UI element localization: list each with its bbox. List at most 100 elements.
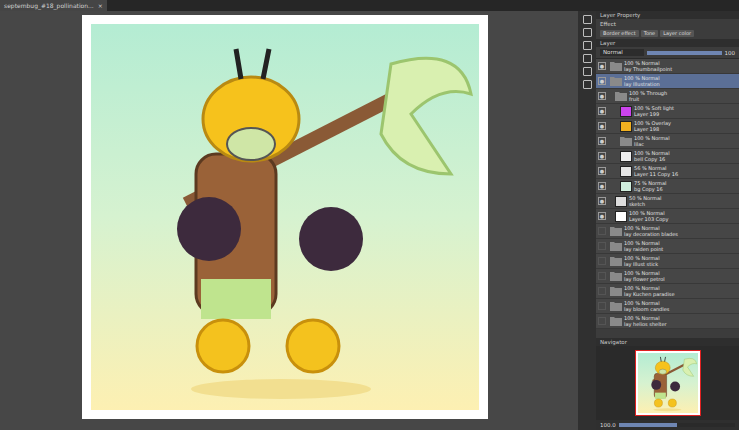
effect-button[interactable]: Tone — [641, 30, 659, 37]
folder-icon — [610, 316, 622, 326]
layer-row[interactable]: ●100 % Normallay Illustration — [596, 74, 739, 89]
layer-name: Layer 199 — [634, 111, 674, 117]
layer-row[interactable]: ●50 % Normalsketch — [596, 194, 739, 209]
document-tab[interactable]: septembug_#18_pollination...× — [0, 0, 107, 11]
panel-toggle-icon[interactable] — [583, 28, 592, 37]
folder-icon — [610, 226, 622, 236]
layer-mode: 100 % Normal — [624, 285, 675, 291]
layer-thumbnail — [620, 181, 632, 192]
visibility-icon[interactable]: ● — [598, 182, 606, 190]
layer-row[interactable]: 100 % Normallay decoration blades — [596, 224, 739, 239]
visibility-icon[interactable] — [598, 287, 606, 295]
layer-mode: 100 % Soft light — [634, 105, 674, 111]
folder-icon — [610, 61, 622, 71]
visibility-icon[interactable]: ● — [598, 212, 606, 220]
app-window: septembug_#18_pollination...× Layer Prope… — [0, 0, 739, 430]
layer-name: lay helios shelter — [624, 321, 667, 327]
visibility-icon[interactable]: ● — [598, 62, 606, 70]
canvas[interactable] — [82, 15, 488, 419]
artwork-figure — [91, 24, 479, 410]
effect-button[interactable]: Border effect — [600, 30, 639, 37]
layer-name: Layer 198 — [634, 126, 671, 132]
effect-button[interactable]: Layer color — [660, 30, 694, 37]
layer-name: fruit — [629, 96, 667, 102]
navigator-title: Navigator — [596, 338, 739, 346]
layer-row[interactable]: ●100 % Normallilac — [596, 134, 739, 149]
layer-row[interactable]: ● 100 % Soft lightLayer 199 — [596, 104, 739, 119]
layer-mode: 50 % Normal — [629, 195, 661, 201]
layer-thumbnail — [615, 196, 627, 207]
layer-row[interactable]: 100 % Normallay Illust stick — [596, 254, 739, 269]
layer-mode: 56 % Normal — [634, 165, 678, 171]
layer-name: lay decoration blades — [624, 231, 678, 237]
layer-row[interactable]: 100 % Normallay Kuchen paradise — [596, 284, 739, 299]
tab-strip: septembug_#18_pollination...× — [0, 0, 739, 11]
layer-thumbnail — [620, 121, 632, 132]
visibility-icon[interactable]: ● — [598, 77, 606, 85]
visibility-icon[interactable]: ● — [598, 167, 606, 175]
folder-icon — [610, 256, 622, 266]
layer-row[interactable]: 100 % Normallay flower petrol — [596, 269, 739, 284]
layer-name: lay raiden point — [624, 246, 663, 252]
layer-name: lay Illust stick — [624, 261, 660, 267]
layer-mode: 100 % Through — [629, 90, 667, 96]
layer-row[interactable]: ●100 % OverlayLayer 198 — [596, 119, 739, 134]
zoom-value: 100.0 — [600, 422, 616, 428]
visibility-icon[interactable] — [598, 257, 606, 265]
canvas-area[interactable] — [0, 11, 578, 430]
navigator-panel: Navigator 100.0 — [596, 338, 739, 430]
layer-name: bg Copy 16 — [634, 186, 666, 192]
opacity-value: 100 — [725, 50, 736, 56]
layer-row[interactable]: ● 56 % NormalLayer 11 Copy 16 — [596, 164, 739, 179]
layer-row[interactable]: 100 % Normallay raiden point — [596, 239, 739, 254]
visibility-icon[interactable]: ● — [598, 137, 606, 145]
layer-thumbnail — [620, 166, 632, 177]
folder-icon — [610, 76, 622, 86]
visibility-icon[interactable]: ● — [598, 122, 606, 130]
layer-row[interactable]: ●100 % Normalbell Copy 16 — [596, 149, 739, 164]
layer-row[interactable]: ● 100 % Normallay Thumbnailpoint — [596, 59, 739, 74]
layer-mode: 100 % Normal — [624, 60, 672, 66]
folder-icon — [610, 241, 622, 251]
visibility-icon[interactable] — [598, 272, 606, 280]
layer-mode: 100 % Normal — [624, 240, 663, 246]
layer-mode: 100 % Normal — [624, 225, 678, 231]
panel-toggle-icon[interactable] — [583, 54, 592, 63]
visibility-icon[interactable]: ● — [598, 92, 606, 100]
layer-controls: Normal 100 — [596, 47, 739, 58]
layer-name: lilac — [634, 141, 670, 147]
layer-mode: 100 % Normal — [624, 270, 665, 276]
layer-row[interactable]: ●75 % Normalbg Copy 16 — [596, 179, 739, 194]
visibility-icon[interactable] — [598, 242, 606, 250]
panel-toggle-icon[interactable] — [583, 80, 592, 89]
artwork — [91, 24, 479, 410]
panel-toggle-icon[interactable] — [583, 67, 592, 76]
panel-toggle-icon[interactable] — [583, 15, 592, 24]
visibility-icon[interactable]: ● — [598, 197, 606, 205]
layer-name: Layer 11 Copy 16 — [634, 171, 678, 177]
visibility-icon[interactable] — [598, 302, 606, 310]
navigator-preview[interactable] — [635, 350, 701, 416]
visibility-icon[interactable] — [598, 317, 606, 325]
layer-row[interactable]: 100 % Normallay bloom candles — [596, 299, 739, 314]
layer-name: lay Thumbnailpoint — [624, 66, 672, 72]
opacity-slider[interactable] — [647, 51, 722, 55]
layer-row[interactable]: ●100 % NormalLayer 103 Copy — [596, 209, 739, 224]
layer-name: lay bloom candles — [624, 306, 669, 312]
layer-row[interactable]: 100 % Normallay helios shelter — [596, 314, 739, 329]
layer-thumbnail — [620, 106, 632, 117]
layer-name: Layer 103 Copy — [629, 216, 668, 222]
layer-mode: 100 % Normal — [624, 255, 660, 261]
layer-row[interactable]: ● 100 % Throughfruit — [596, 89, 739, 104]
visibility-icon[interactable]: ● — [598, 107, 606, 115]
panel-toggle-icon[interactable] — [583, 41, 592, 50]
side-panels: Layer PropertyEffectBorder effectToneLay… — [596, 11, 739, 430]
blend-mode-select[interactable]: Normal — [600, 49, 644, 56]
properties-title: Layer Property — [596, 11, 739, 19]
close-icon[interactable]: × — [98, 0, 103, 11]
layer-mode: 100 % Normal — [634, 150, 670, 156]
visibility-icon[interactable]: ● — [598, 152, 606, 160]
folder-icon — [615, 91, 627, 101]
visibility-icon[interactable] — [598, 227, 606, 235]
zoom-slider[interactable] — [619, 423, 735, 427]
